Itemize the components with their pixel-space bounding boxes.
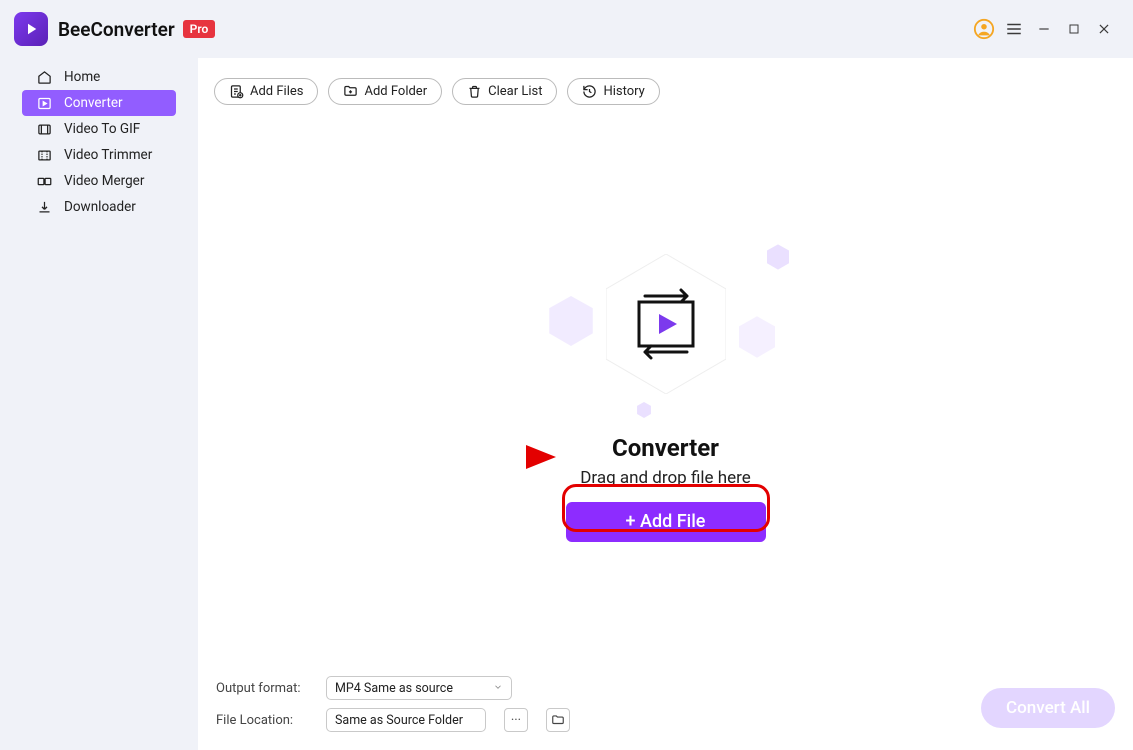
file-location-field: Same as Source Folder <box>326 708 486 732</box>
toolbar: Add Files Add Folder Clear List History <box>198 58 1133 105</box>
downloader-icon <box>36 200 52 215</box>
add-files-icon <box>229 84 244 99</box>
clear-list-button[interactable]: Clear List <box>452 78 557 105</box>
sidebar-item-trimmer[interactable]: Video Trimmer <box>22 142 176 168</box>
add-file-button[interactable]: + Add File <box>566 502 766 542</box>
maximize-button[interactable] <box>1059 14 1089 44</box>
user-icon[interactable] <box>969 14 999 44</box>
add-folder-button[interactable]: Add Folder <box>328 78 442 105</box>
open-folder-button[interactable] <box>546 708 570 732</box>
sidebar-item-downloader[interactable]: Downloader <box>22 194 176 220</box>
sidebar: Home Converter Video To GIF Video Trimme… <box>0 58 198 750</box>
button-label: Clear List <box>488 84 542 99</box>
sidebar-item-videotogif[interactable]: Video To GIF <box>22 116 176 142</box>
output-format-label: Output format: <box>216 681 308 696</box>
dropzone-graphic <box>531 234 801 414</box>
button-label: Add Files <box>250 84 303 99</box>
app-name: BeeConverter <box>58 18 175 41</box>
annotation-arrow-icon <box>438 442 558 472</box>
close-button[interactable] <box>1089 14 1119 44</box>
menu-icon[interactable] <box>999 14 1029 44</box>
sidebar-item-home[interactable]: Home <box>22 64 176 90</box>
convert-all-button[interactable]: Convert All <box>981 688 1115 728</box>
main-panel: Add Files Add Folder Clear List History <box>198 58 1133 750</box>
sidebar-item-label: Converter <box>64 95 123 111</box>
sidebar-item-label: Video Trimmer <box>64 147 152 163</box>
output-format-select[interactable]: MP4 Same as source <box>326 676 512 700</box>
output-format-value: MP4 Same as source <box>335 681 453 696</box>
chevron-down-icon <box>493 681 503 696</box>
converter-icon <box>36 96 52 111</box>
more-options-button[interactable]: ··· <box>504 708 528 732</box>
button-label: History <box>603 84 644 99</box>
titlebar: BeeConverter Pro <box>0 0 1133 58</box>
merger-icon <box>36 174 52 189</box>
pro-badge: Pro <box>183 20 216 38</box>
button-label: Add Folder <box>364 84 427 99</box>
sidebar-item-label: Downloader <box>64 199 136 215</box>
dropzone-title: Converter <box>612 434 719 462</box>
sidebar-item-converter[interactable]: Converter <box>22 90 176 116</box>
history-icon <box>582 84 597 99</box>
add-files-button[interactable]: Add Files <box>214 78 318 105</box>
content: Home Converter Video To GIF Video Trimme… <box>0 58 1133 750</box>
gif-icon <box>36 122 52 137</box>
trash-icon <box>467 84 482 99</box>
footer-bar: Output format: MP4 Same as source File L… <box>198 664 1133 750</box>
app-logo-icon <box>14 12 48 46</box>
dropzone-subtitle: Drag and drop file here <box>580 468 750 488</box>
home-icon <box>36 70 52 85</box>
file-location-label: File Location: <box>216 713 308 728</box>
history-button[interactable]: History <box>567 78 659 105</box>
sidebar-item-label: Home <box>64 69 100 85</box>
dropzone[interactable]: Converter Drag and drop file here + Add … <box>198 105 1133 750</box>
sidebar-item-merger[interactable]: Video Merger <box>22 168 176 194</box>
trimmer-icon <box>36 148 52 163</box>
minimize-button[interactable] <box>1029 14 1059 44</box>
sidebar-item-label: Video To GIF <box>64 121 140 137</box>
add-folder-icon <box>343 84 358 99</box>
file-location-value: Same as Source Folder <box>335 713 463 728</box>
sidebar-item-label: Video Merger <box>64 173 144 189</box>
